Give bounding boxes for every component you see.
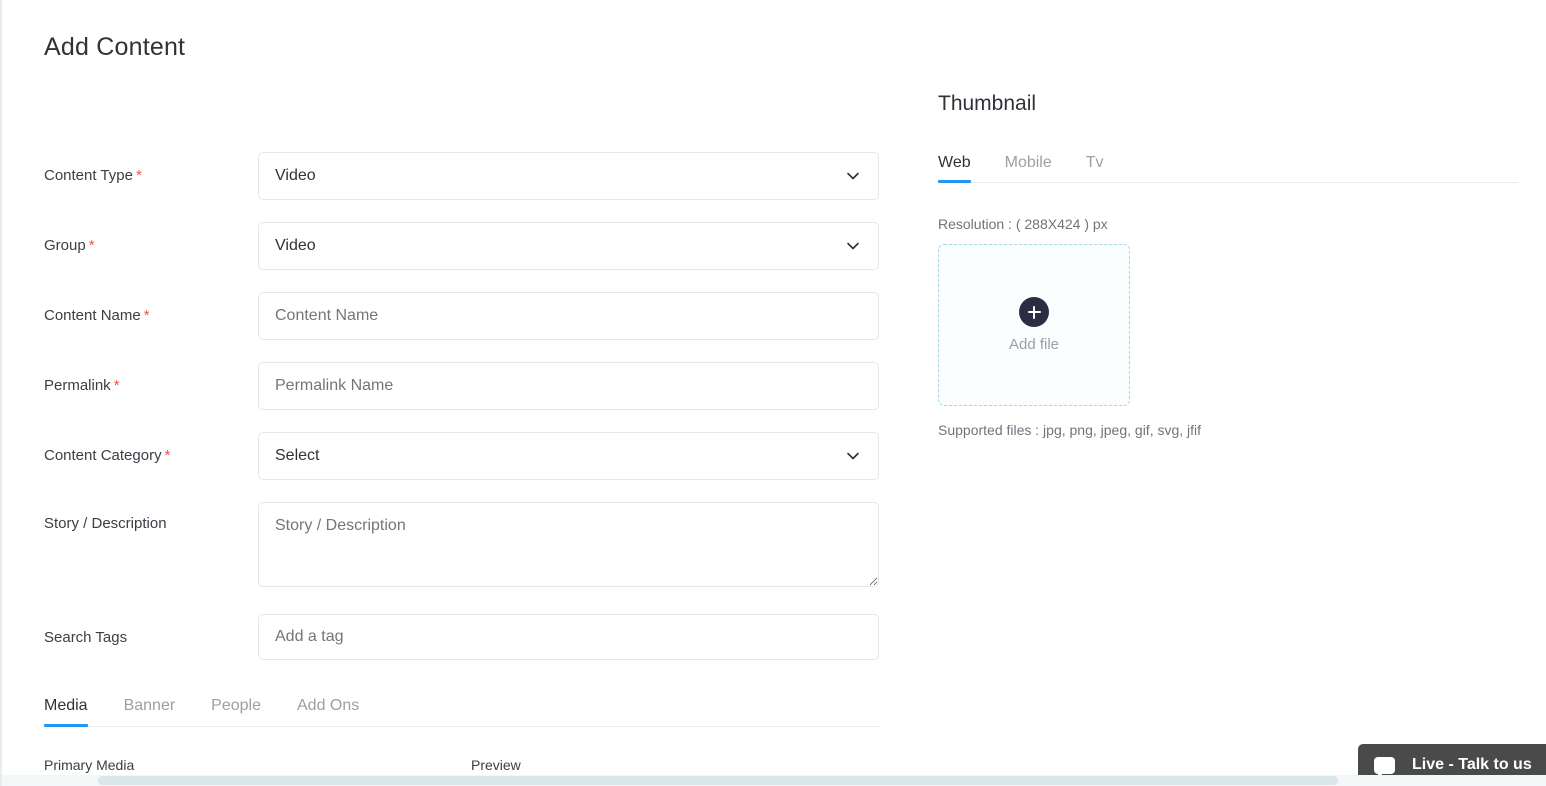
field-row-group: Group * Video <box>44 222 879 270</box>
chevron-down-icon <box>847 172 859 180</box>
field-row-content-name: Content Name * <box>44 292 879 340</box>
tab-mobile[interactable]: Mobile <box>1005 154 1052 182</box>
control-content-category: Select <box>258 432 879 480</box>
input-story-description[interactable] <box>258 502 879 587</box>
tab-media[interactable]: Media <box>44 697 88 727</box>
select-content-category-value: Select <box>275 447 320 464</box>
content-form: Content Type * Video Group * Video Conte… <box>44 152 879 684</box>
select-content-type-value: Video <box>275 167 316 184</box>
tab-web[interactable]: Web <box>938 154 971 183</box>
chat-bubble-icon <box>1374 756 1395 779</box>
required-asterisk: * <box>164 447 171 464</box>
required-asterisk: * <box>135 167 142 184</box>
label-group: Group * <box>44 222 258 270</box>
live-chat-label: Live - Talk to us <box>1412 756 1532 773</box>
required-asterisk: * <box>143 307 150 324</box>
label-search-tags-text: Search Tags <box>44 629 128 646</box>
label-group-text: Group <box>44 237 86 254</box>
horizontal-scrollbar[interactable] <box>2 775 1546 786</box>
label-content-name: Content Name * <box>44 292 258 340</box>
control-story-description <box>258 502 879 592</box>
thumbnail-panel: Thumbnail Web Mobile Tv Resolution : ( 2… <box>938 92 1518 438</box>
plus-icon <box>1019 297 1049 327</box>
select-group-value: Video <box>275 237 316 254</box>
label-content-type: Content Type * <box>44 152 258 200</box>
horizontal-scrollbar-thumb[interactable] <box>98 776 1338 785</box>
primary-media-label: Primary Media <box>44 757 135 773</box>
input-content-name[interactable] <box>258 292 879 340</box>
label-content-category: Content Category * <box>44 432 258 480</box>
control-content-name <box>258 292 879 340</box>
control-permalink <box>258 362 879 410</box>
supported-files-text: Supported files : jpg, png, jpeg, gif, s… <box>938 422 1202 438</box>
label-story-description: Story / Description <box>44 502 258 546</box>
label-permalink: Permalink * <box>44 362 258 410</box>
control-content-type: Video <box>258 152 879 200</box>
label-permalink-text: Permalink <box>44 377 111 394</box>
media-subheaders: Primary Media Preview <box>44 757 879 773</box>
input-search-tags[interactable] <box>258 614 879 660</box>
thumbnail-dropzone[interactable]: Add file <box>938 244 1130 406</box>
tab-add-ons[interactable]: Add Ons <box>297 697 359 726</box>
tabstrip: Media Banner People Add Ons <box>44 683 879 727</box>
field-row-permalink: Permalink * <box>44 362 879 410</box>
control-group: Video <box>258 222 879 270</box>
chevron-down-icon <box>847 242 859 250</box>
add-content-page: Add Content Content Type * Video Group * V… <box>0 0 1546 786</box>
add-file-label: Add file <box>1008 336 1060 353</box>
tab-people[interactable]: People <box>211 697 261 726</box>
select-content-type[interactable]: Video <box>258 152 879 200</box>
input-permalink[interactable] <box>258 362 879 410</box>
label-content-name-text: Content Name <box>44 307 141 324</box>
field-row-content-category: Content Category * Select <box>44 432 879 480</box>
content-section-tabs: Media Banner People Add Ons Primary Medi… <box>44 683 879 773</box>
preview-label: Preview <box>471 757 521 773</box>
control-search-tags <box>258 614 879 660</box>
field-row-search-tags: Search Tags <box>44 614 879 662</box>
label-content-category-text: Content Category <box>44 447 162 464</box>
field-row-content-type: Content Type * Video <box>44 152 879 200</box>
tab-banner[interactable]: Banner <box>124 697 176 726</box>
required-asterisk: * <box>113 377 120 394</box>
resolution-text: Resolution : ( 288X424 ) px <box>938 216 1108 232</box>
required-asterisk: * <box>88 237 95 254</box>
field-row-story-description: Story / Description <box>44 502 879 592</box>
select-group[interactable]: Video <box>258 222 879 270</box>
label-search-tags: Search Tags <box>44 614 258 662</box>
tab-tv[interactable]: Tv <box>1086 154 1104 182</box>
thumbnail-tabstrip: Web Mobile Tv <box>938 143 1518 183</box>
chevron-down-icon <box>847 452 859 460</box>
label-story-description-text: Story / Description <box>44 515 167 532</box>
page-title: Add Content <box>44 33 186 61</box>
label-content-type-text: Content Type <box>44 167 133 184</box>
thumbnail-title: Thumbnail <box>938 92 1037 115</box>
select-content-category[interactable]: Select <box>258 432 879 480</box>
